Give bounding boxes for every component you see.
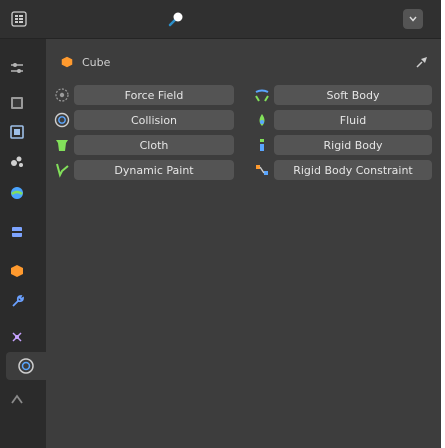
tab-constraints[interactable]: [0, 384, 34, 412]
properties-window: Cube Force Field Collision Cloth Dynamic…: [0, 0, 445, 448]
output-icon: [10, 125, 24, 139]
tab-view-layer[interactable]: [0, 147, 34, 175]
soft-body-label: Soft Body: [326, 88, 380, 102]
physics-context-indicator: [162, 9, 190, 29]
world-icon: [12, 227, 22, 237]
physics-properties-panel: Cube Force Field Collision Cloth Dynamic…: [46, 39, 441, 448]
properties-editor-icon: [11, 11, 27, 27]
collision-icon: [54, 112, 70, 128]
pin-icon: [416, 57, 427, 68]
rigid-body-constraint-icon: [256, 165, 268, 175]
dynamic-paint-button[interactable]: Dynamic Paint: [74, 160, 234, 180]
tab-render[interactable]: [0, 89, 34, 117]
force-field-icon: [55, 88, 69, 102]
view-layer-icon: [11, 156, 23, 167]
rigid-body-constraint-label: Rigid Body Constraint: [293, 163, 413, 177]
rigid-body-button[interactable]: Rigid Body: [274, 135, 432, 155]
force-field-row-icon: [52, 85, 72, 105]
soft-body-row-icon: [252, 85, 272, 105]
wrench-icon: [12, 295, 24, 307]
object-icon: [61, 56, 73, 68]
collision-button[interactable]: Collision: [74, 110, 234, 130]
rigid-body-icon: [260, 139, 264, 151]
soft-body-button[interactable]: Soft Body: [274, 85, 432, 105]
rigid-body-label: Rigid Body: [323, 138, 383, 152]
force-field-button[interactable]: Force Field: [74, 85, 234, 105]
rigid-body-constraint-row-icon: [252, 160, 272, 180]
tab-particles[interactable]: [0, 323, 34, 351]
pin-button[interactable]: [413, 53, 431, 71]
fluid-icon: [259, 114, 265, 126]
chevron-down-icon: [409, 16, 417, 22]
cloth-button[interactable]: Cloth: [74, 135, 234, 155]
tab-object[interactable]: [0, 257, 34, 285]
tab-output[interactable]: [0, 118, 34, 146]
soft-body-icon: [255, 89, 269, 102]
dynamic-paint-row-icon: [52, 160, 72, 180]
scene-icon: [11, 187, 23, 199]
editor-header: [0, 0, 441, 39]
fluid-button[interactable]: Fluid: [274, 110, 432, 130]
dynamic-paint-icon: [56, 163, 69, 178]
cloth-label: Cloth: [139, 138, 169, 152]
constraints-icon: [11, 394, 23, 404]
force-field-label: Force Field: [124, 88, 184, 102]
render-icon: [11, 97, 23, 109]
object-name-label: Cube: [82, 55, 111, 69]
physics-icon: [18, 358, 34, 374]
collision-label: Collision: [130, 113, 178, 127]
header-dropdown-button[interactable]: [403, 9, 423, 29]
tab-scene[interactable]: [0, 179, 34, 207]
tool-icon: [11, 63, 23, 73]
object-icon: [11, 265, 23, 277]
rigid-body-row-icon: [252, 135, 272, 155]
cloth-row-icon: [52, 135, 72, 155]
tab-physics[interactable]: [6, 352, 46, 380]
context-breadcrumb: Cube: [60, 53, 110, 71]
collision-row-icon: [52, 110, 72, 130]
tab-tool[interactable]: [0, 54, 34, 82]
editor-type-button[interactable]: [8, 9, 30, 29]
fluid-label: Fluid: [339, 113, 367, 127]
rigid-body-constraint-button[interactable]: Rigid Body Constraint: [274, 160, 432, 180]
dynamic-paint-label: Dynamic Paint: [114, 163, 194, 177]
tab-modifiers[interactable]: [0, 287, 34, 315]
particles-icon: [12, 332, 22, 342]
tab-world[interactable]: [0, 218, 34, 246]
cloth-icon: [56, 140, 68, 151]
properties-tab-strip: [0, 39, 46, 448]
physics-tab-icon: [168, 12, 183, 27]
fluid-row-icon: [252, 110, 272, 130]
